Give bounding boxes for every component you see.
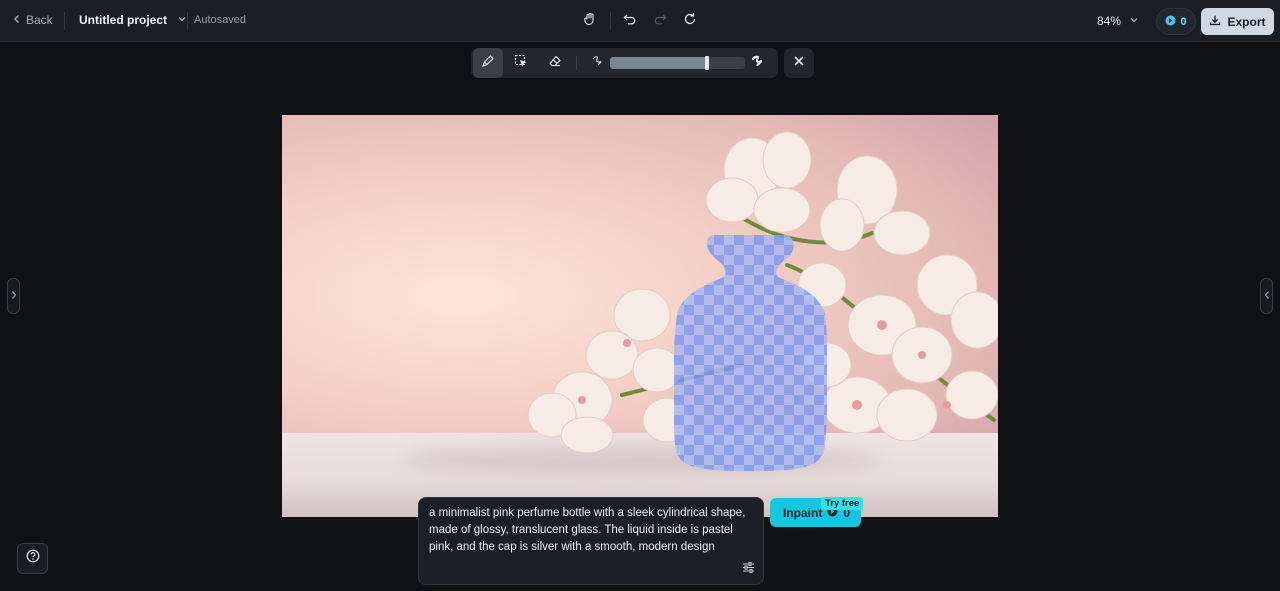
- zoom-dropdown[interactable]: 84%: [1097, 14, 1139, 28]
- smart-select-tool-button[interactable]: [506, 48, 536, 78]
- back-button[interactable]: Back: [12, 13, 53, 27]
- divider: [64, 12, 65, 30]
- credits-badge[interactable]: 0: [1156, 8, 1196, 35]
- left-panel-toggle[interactable]: [7, 278, 20, 314]
- credit-coin-icon: [1165, 15, 1176, 29]
- select-cursor-icon: [514, 54, 528, 73]
- undo-button[interactable]: [620, 11, 640, 31]
- credits-count: 0: [1180, 15, 1187, 28]
- close-icon: [793, 54, 805, 72]
- export-label: Export: [1227, 14, 1266, 29]
- try-free-badge: Try free: [821, 497, 864, 510]
- eraser-tool-button[interactable]: [540, 48, 570, 78]
- chevron-left-icon: [1264, 290, 1270, 303]
- hand-icon: [583, 12, 597, 31]
- brush-size-small-icon-button[interactable]: [582, 48, 612, 78]
- divider: [576, 56, 577, 70]
- refresh-button[interactable]: [680, 11, 700, 31]
- export-button[interactable]: Export: [1201, 8, 1274, 35]
- top-bar: [0, 0, 1280, 42]
- zoom-level: 84%: [1097, 14, 1122, 28]
- brush-tool-button[interactable]: [473, 48, 503, 78]
- brush-size-slider-thumb[interactable]: [705, 56, 710, 70]
- hand-pan-button[interactable]: [580, 11, 600, 31]
- brush-size-slider[interactable]: [610, 57, 745, 69]
- download-icon: [1209, 14, 1221, 29]
- brush-size-fill: [610, 57, 708, 69]
- orchid-flowers: [527, 131, 998, 454]
- project-title: Untitled project: [79, 13, 168, 27]
- brush-icon: [481, 54, 495, 73]
- help-icon: [26, 549, 40, 568]
- prompt-input[interactable]: a minimalist pink perfume bottle with a …: [418, 497, 764, 585]
- redo-button[interactable]: [650, 11, 670, 31]
- stroke-thin-icon: [590, 54, 604, 73]
- save-status: Autosaved: [194, 14, 246, 26]
- back-label: Back: [26, 13, 53, 27]
- redo-icon: [653, 12, 667, 31]
- divider: [187, 12, 188, 30]
- close-toolbar-button[interactable]: [784, 48, 814, 78]
- project-title-dropdown[interactable]: Untitled project: [79, 13, 187, 27]
- undo-icon: [623, 12, 637, 31]
- sliders-icon: [742, 561, 755, 579]
- chevron-right-icon: [11, 290, 17, 303]
- inpaint-label: Inpaint: [783, 505, 823, 520]
- refresh-icon: [683, 12, 697, 31]
- chevron-left-icon: [12, 13, 22, 27]
- help-button[interactable]: [17, 543, 48, 574]
- chevron-down-icon: [177, 13, 187, 27]
- right-panel-toggle[interactable]: [1260, 278, 1273, 314]
- chevron-down-icon: [1129, 14, 1139, 28]
- prompt-settings-button[interactable]: [740, 562, 756, 578]
- divider: [610, 12, 611, 30]
- canvas-image[interactable]: [282, 115, 998, 517]
- eraser-icon: [548, 54, 562, 73]
- stroke-thick-icon: [750, 54, 764, 73]
- brush-size-large-icon-button[interactable]: [742, 48, 772, 78]
